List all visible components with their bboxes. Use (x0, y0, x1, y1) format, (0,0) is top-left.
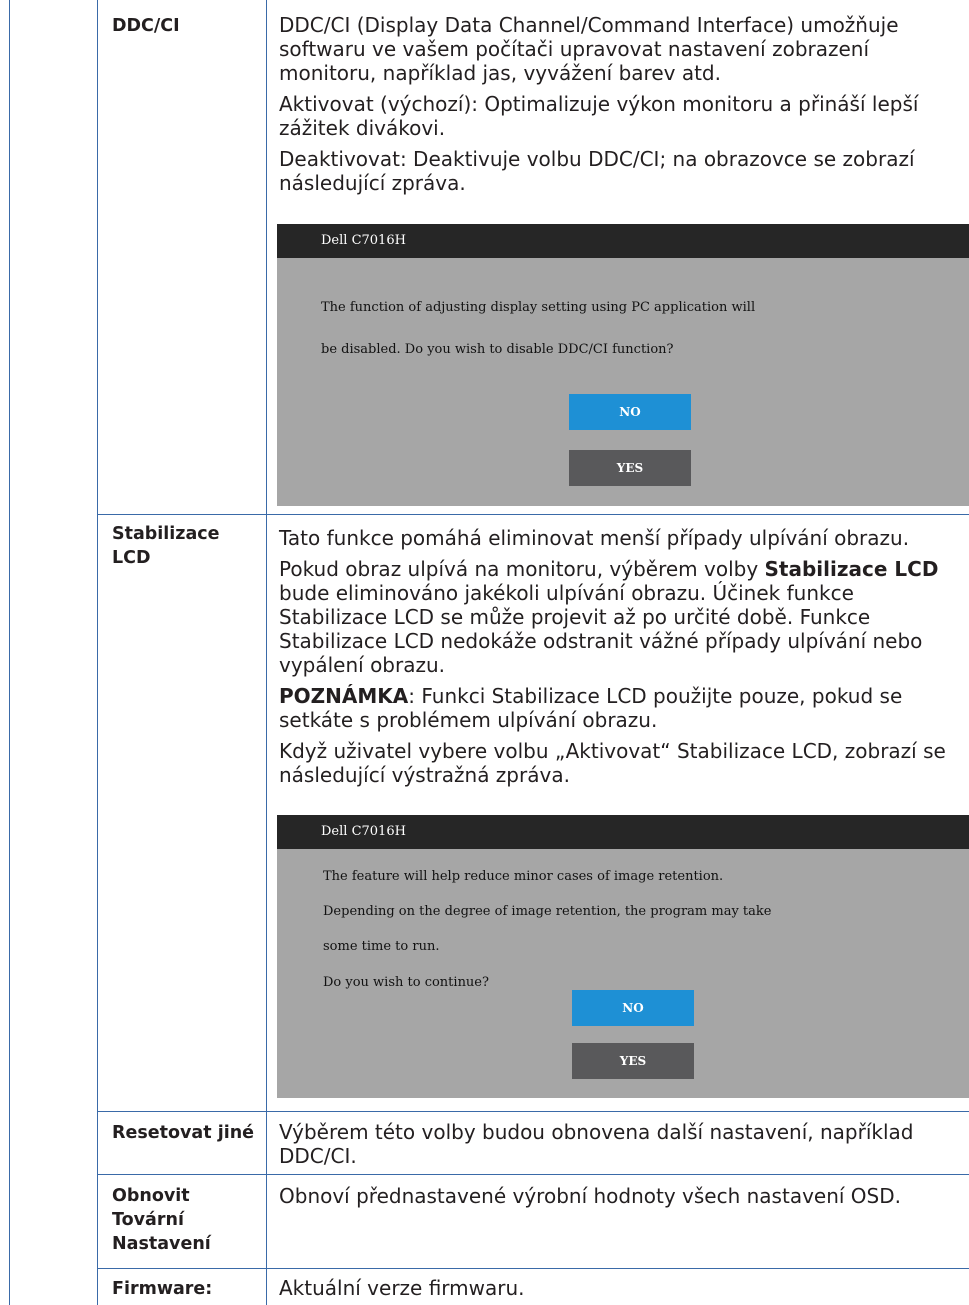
osd-no-button[interactable]: NO (569, 394, 691, 430)
ddc-ci-enable-text: Aktivovat (výchozí): Optimalizuje výkon … (279, 92, 919, 140)
reset-other-description: Výběrem této volby budou obnovena další … (279, 1120, 914, 1168)
factory-reset-description: Obnoví přednastavené výrobní hodnoty vše… (279, 1184, 902, 1208)
firmware-description: Aktuální verze firmwaru. (279, 1276, 525, 1300)
row-label-firmware: Firmware: (112, 1279, 213, 1299)
ddc-ci-description: DDC/CI (Display Data Channel/Command Int… (279, 13, 967, 195)
table-divider (266, 0, 267, 1305)
osd-no-button[interactable]: NO (572, 990, 694, 1026)
lcd-warning-intro: Když uživatel vybere volbu „Aktivovat“ S… (279, 739, 946, 787)
lcd-intro: Tato funkce pomáhá eliminovat menší příp… (279, 526, 910, 550)
lcd-conditioning-osd-dialog: Dell C7016H The feature will help reduce… (277, 815, 969, 1098)
osd-dialog-message-line: Depending on the degree of image retenti… (323, 904, 772, 919)
osd-dialog-title: Dell C7016H (277, 224, 969, 258)
osd-dialog-message-line: Do you wish to continue? (323, 975, 489, 990)
lcd-details-emphasis: Stabilizace LCD (764, 557, 939, 581)
lcd-details-text: Pokud obraz ulpívá na monitoru, výběrem … (279, 557, 765, 581)
lcd-conditioning-description: Tato funkce pomáhá eliminovat menší příp… (279, 526, 967, 787)
ddc-ci-disable-text: Deaktivovat: Deaktivuje volbu DDC/CI; na… (279, 147, 915, 195)
lcd-details: Pokud obraz ulpívá na monitoru, výběrem … (279, 557, 967, 677)
row-separator (97, 1174, 969, 1175)
row-label-reset-other: Resetovat jiné (112, 1123, 255, 1143)
lcd-details-text: bude eliminováno jakékoli ulpívání obraz… (279, 581, 923, 677)
lcd-note: POZNÁMKA: Funkci Stabilizace LCD použijt… (279, 684, 967, 732)
table-divider (97, 0, 98, 1305)
osd-yes-button[interactable]: YES (572, 1043, 694, 1079)
osd-dialog-message-line: be disabled. Do you wish to disable DDC/… (321, 342, 674, 357)
osd-dialog-message-line: some time to run. (323, 939, 440, 954)
row-label-ddc-ci: DDC/CI (112, 16, 180, 36)
ddc-ci-intro: DDC/CI (Display Data Channel/Command Int… (279, 13, 899, 85)
row-separator (97, 1268, 969, 1269)
osd-dialog-message-line: The feature will help reduce minor cases… (323, 869, 724, 884)
ddc-ci-osd-dialog: Dell C7016H The function of adjusting di… (277, 224, 969, 506)
row-label-factory-reset: Obnovit Tovární Nastavení (112, 1186, 211, 1254)
osd-dialog-message-line: The function of adjusting display settin… (321, 300, 756, 315)
note-label: POZNÁMKA (279, 684, 409, 708)
row-separator (97, 1111, 969, 1112)
osd-yes-button[interactable]: YES (569, 450, 691, 486)
osd-dialog-title: Dell C7016H (277, 815, 969, 849)
row-label-lcd-conditioning: Stabilizace LCD (112, 524, 220, 568)
row-separator (97, 514, 969, 515)
